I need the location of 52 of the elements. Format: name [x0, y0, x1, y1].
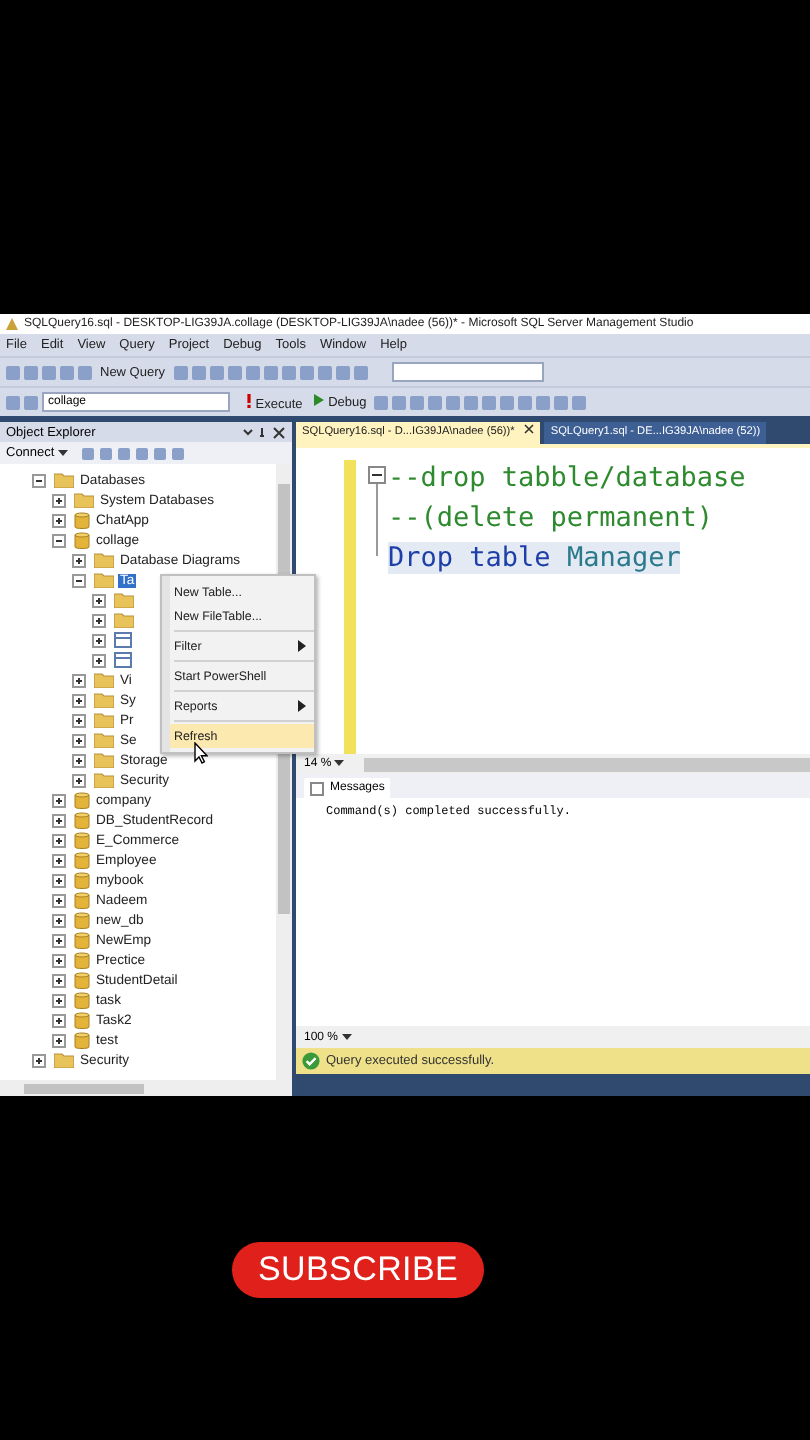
mouse-cursor-icon [194, 742, 208, 764]
expand-icon[interactable] [52, 853, 66, 867]
expand-icon[interactable] [32, 1053, 46, 1067]
table-icon [114, 652, 132, 668]
expand-icon[interactable] [52, 793, 66, 807]
expand-icon[interactable] [92, 653, 106, 667]
expand-icon[interactable] [52, 513, 66, 527]
solution-dropdown[interactable] [391, 362, 544, 382]
expand-icon[interactable] [92, 633, 106, 647]
expand-icon[interactable] [92, 613, 106, 627]
expand-icon[interactable] [52, 833, 66, 847]
caret-icon [58, 450, 69, 456]
expand-icon[interactable] [72, 773, 86, 787]
expand-icon[interactable] [72, 753, 86, 767]
expand-icon[interactable] [52, 1033, 66, 1047]
collapse-icon[interactable] [367, 466, 385, 484]
expand-icon[interactable] [72, 673, 86, 687]
code-comment: --(delete permanent) [388, 502, 714, 534]
code-comment: --drop tabble/database [388, 462, 746, 494]
expand-icon[interactable] [52, 953, 66, 967]
expand-icon[interactable] [92, 593, 106, 607]
expand-icon[interactable] [72, 553, 86, 567]
expand-icon[interactable] [52, 933, 66, 947]
scrollbar[interactable] [0, 1080, 292, 1096]
folder-icon [54, 1052, 74, 1068]
expand-icon[interactable] [52, 873, 66, 887]
expand-icon[interactable] [52, 893, 66, 907]
collapse-icon[interactable] [32, 473, 46, 487]
collapse-icon[interactable] [52, 533, 66, 547]
subscribe-button[interactable]: SUBSCRIBE [232, 1242, 485, 1298]
expand-icon[interactable] [52, 993, 66, 1007]
check-icon [302, 1052, 320, 1070]
expand-icon[interactable] [72, 693, 86, 707]
expand-icon[interactable] [52, 973, 66, 987]
expand-icon[interactable] [72, 713, 86, 727]
expand-icon[interactable] [52, 913, 66, 927]
caret-icon [334, 760, 345, 766]
close-icon[interactable] [524, 424, 535, 434]
document-icon [310, 780, 326, 796]
collapse-icon[interactable] [72, 573, 86, 587]
expand-icon[interactable] [52, 1013, 66, 1027]
expand-icon[interactable] [52, 493, 66, 507]
pin-icon[interactable] [242, 425, 286, 439]
table-icon [114, 632, 132, 648]
submenu-icon [298, 700, 306, 712]
exclamation-icon [246, 393, 252, 407]
play-icon [314, 394, 325, 406]
caret-icon [341, 1033, 352, 1039]
scrollbar[interactable] [364, 757, 810, 771]
expand-icon[interactable] [52, 813, 66, 827]
submenu-icon [298, 640, 306, 652]
expand-icon[interactable] [72, 733, 86, 747]
